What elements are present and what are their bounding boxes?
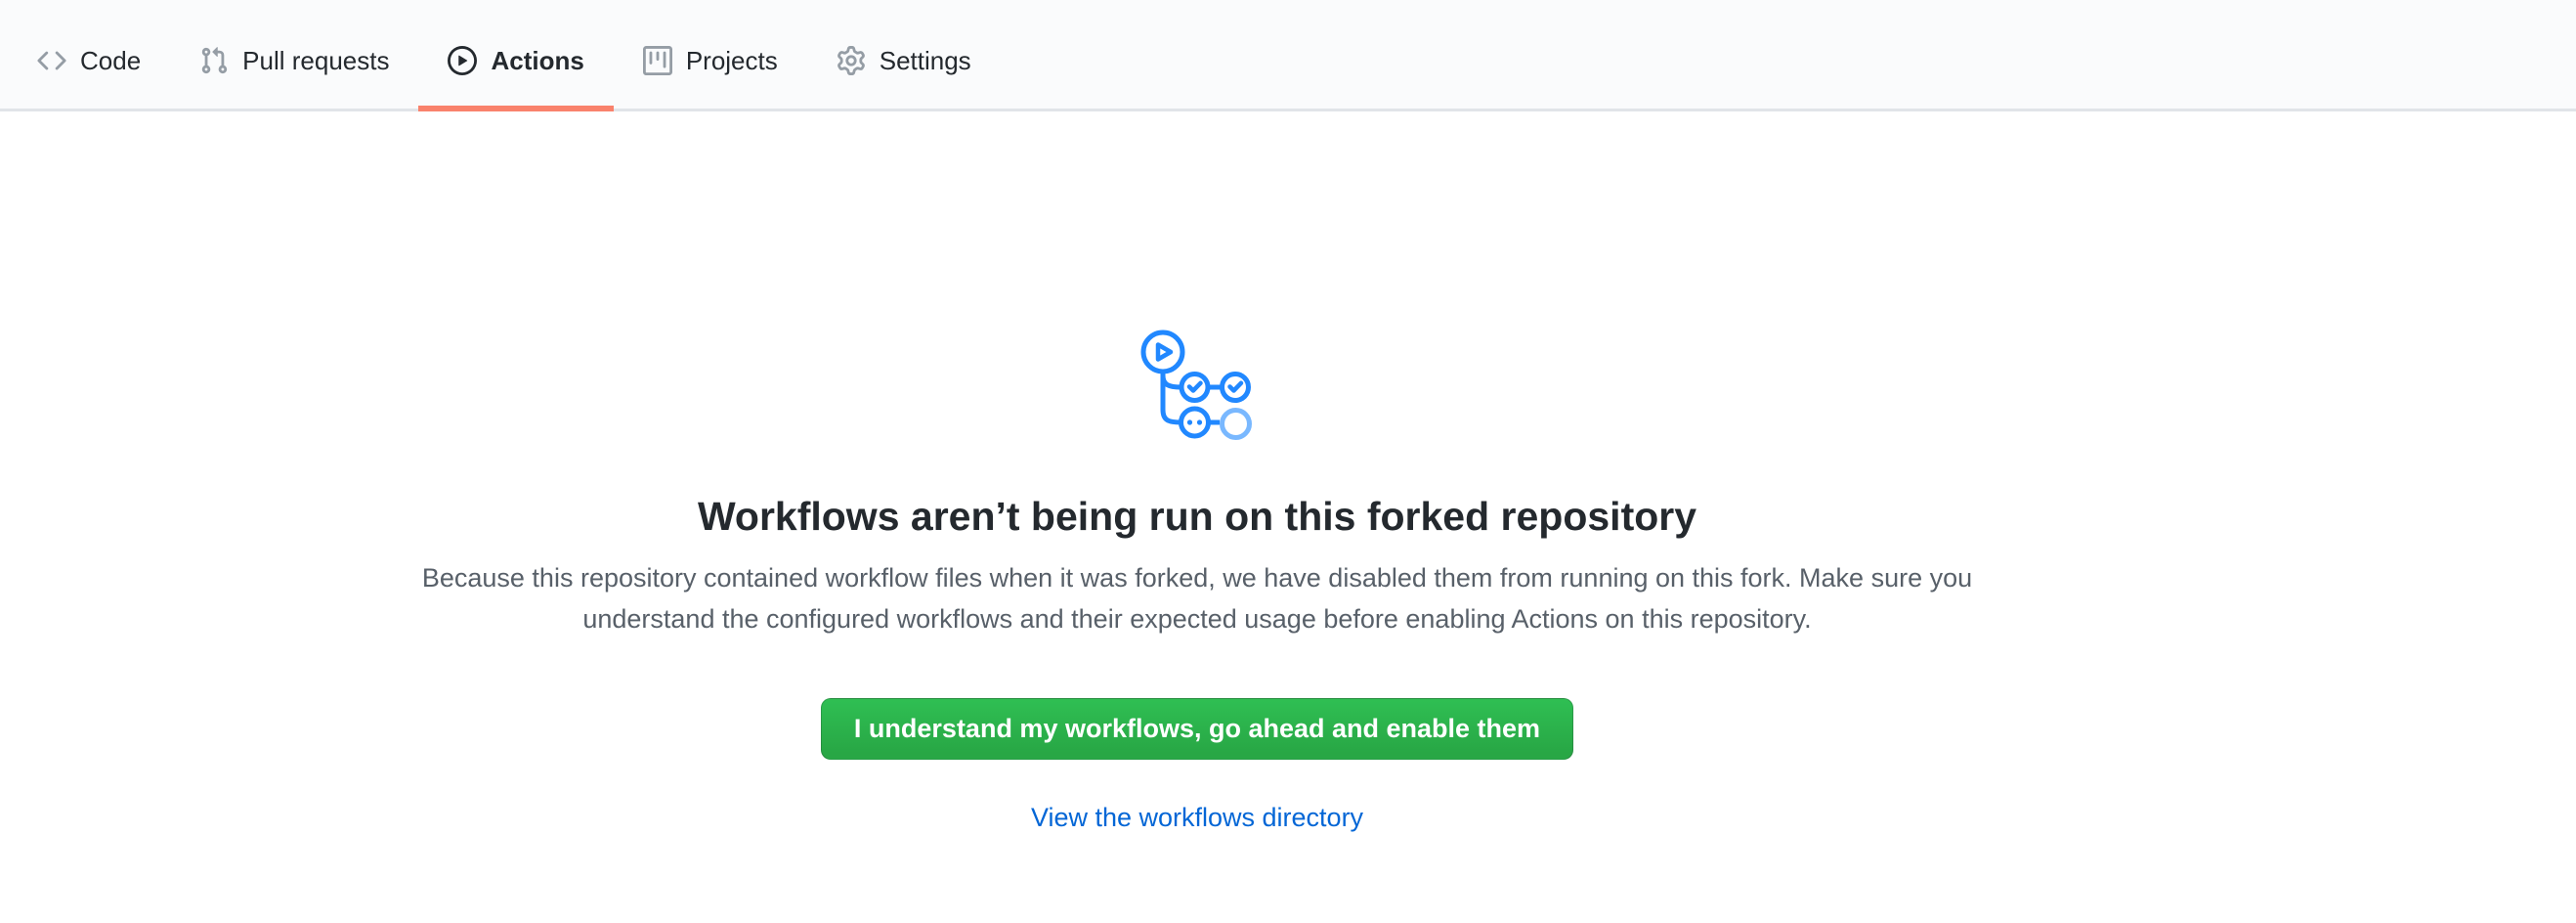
view-workflows-directory-link[interactable]: View the workflows directory <box>1031 803 1363 833</box>
tab-pull-requests-label: Pull requests <box>242 48 389 73</box>
play-icon <box>448 46 477 75</box>
tab-projects-label: Projects <box>686 48 778 73</box>
workflow-graph-icon <box>1140 330 1254 441</box>
blankslate-actions: I understand my workflows, go ahead and … <box>386 639 2008 760</box>
project-icon <box>643 46 672 75</box>
blankslate-description: Because this repository contained workfl… <box>404 557 1992 639</box>
git-pull-request-icon <box>199 46 229 75</box>
tab-projects[interactable]: Projects <box>614 12 807 109</box>
workflows-disabled-blankslate: Workflows aren’t being run on this forke… <box>386 111 2008 833</box>
blankslate-link-row: View the workflows directory <box>386 760 2008 833</box>
enable-workflows-button[interactable]: I understand my workflows, go ahead and … <box>821 698 1573 760</box>
tab-code-label: Code <box>80 48 141 73</box>
blankslate-title: Workflows aren’t being run on this forke… <box>386 493 2008 541</box>
tab-code[interactable]: Code <box>8 12 170 109</box>
tab-settings[interactable]: Settings <box>807 12 1001 109</box>
tab-pull-requests[interactable]: Pull requests <box>170 12 418 109</box>
actions-main: Workflows aren’t being run on this forke… <box>0 111 2576 833</box>
tab-actions[interactable]: Actions <box>418 12 613 109</box>
code-icon <box>37 46 66 75</box>
tab-settings-label: Settings <box>880 48 971 73</box>
tab-actions-label: Actions <box>491 48 583 73</box>
gear-icon <box>837 46 866 75</box>
repo-nav: Code Pull requests Actions Projects Sett… <box>0 0 2576 111</box>
